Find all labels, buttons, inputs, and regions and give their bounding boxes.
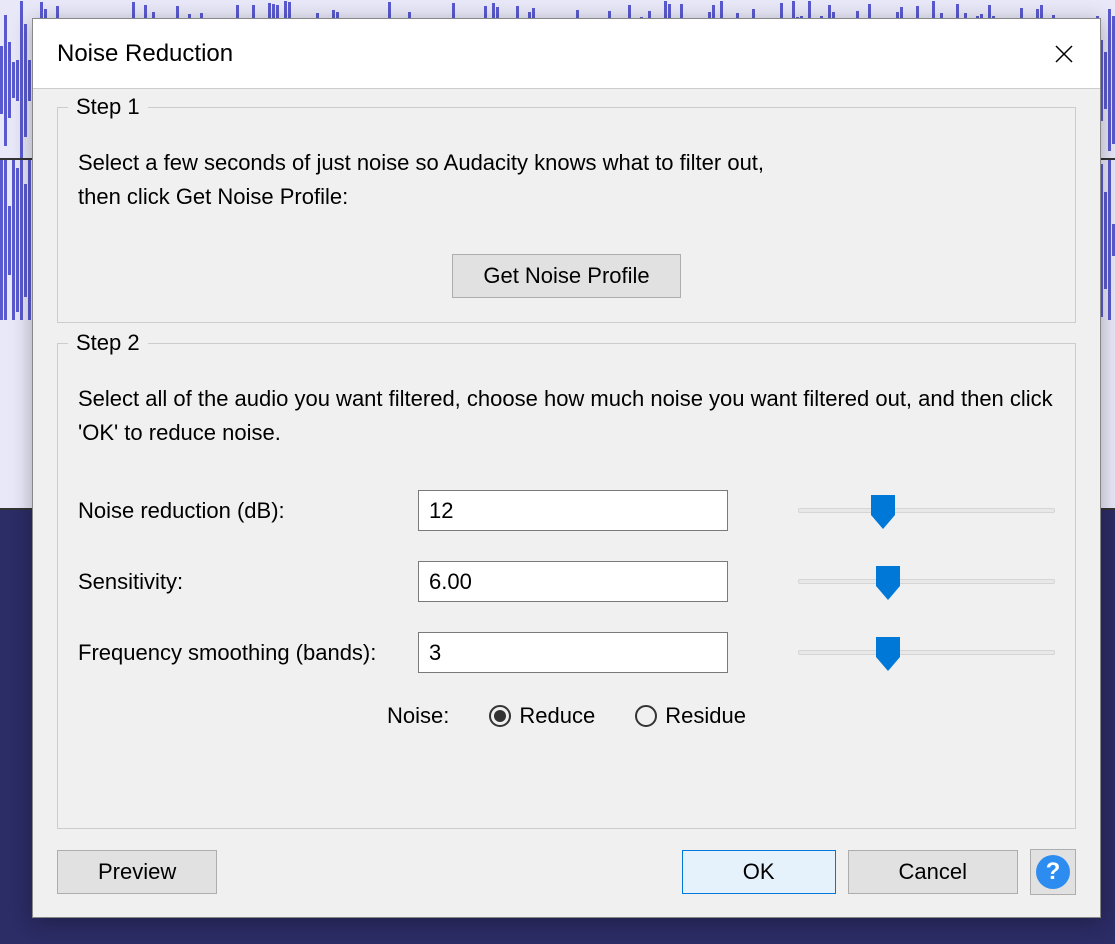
freq-smoothing-label: Frequency smoothing (bands): — [78, 640, 418, 666]
freq-smoothing-slider[interactable] — [798, 633, 1055, 673]
sensitivity-input[interactable] — [418, 561, 728, 602]
noise-reduction-input[interactable] — [418, 490, 728, 531]
freq-smoothing-row: Frequency smoothing (bands): — [78, 632, 1055, 673]
step2-group: Step 2 Select all of the audio you want … — [57, 343, 1076, 829]
ok-button[interactable]: OK — [682, 850, 836, 894]
radio-residue[interactable]: Residue — [635, 703, 746, 729]
titlebar: Noise Reduction — [33, 19, 1100, 89]
step1-legend: Step 1 — [68, 94, 148, 120]
noise-radio-heading: Noise: — [387, 703, 449, 729]
freq-smoothing-input[interactable] — [418, 632, 728, 673]
radio-reduce-dot-icon — [489, 705, 511, 727]
cancel-button[interactable]: Cancel — [848, 850, 1018, 894]
step1-instruction: Select a few seconds of just noise so Au… — [78, 146, 1055, 214]
noise-reduction-dialog: Noise Reduction Step 1 Select a few seco… — [32, 18, 1101, 918]
radio-reduce[interactable]: Reduce — [489, 703, 595, 729]
help-icon: ? — [1036, 855, 1070, 889]
preview-button[interactable]: Preview — [57, 850, 217, 894]
radio-reduce-label: Reduce — [519, 703, 595, 729]
close-icon[interactable] — [1052, 42, 1076, 66]
sensitivity-slider[interactable] — [798, 562, 1055, 602]
get-noise-profile-button[interactable]: Get Noise Profile — [452, 254, 680, 298]
noise-mode-radio-group: Noise: Reduce Residue — [78, 703, 1055, 729]
step2-instruction: Select all of the audio you want filtere… — [78, 382, 1055, 450]
sensitivity-row: Sensitivity: — [78, 561, 1055, 602]
noise-reduction-row: Noise reduction (dB): — [78, 490, 1055, 531]
dialog-button-row: Preview OK Cancel ? — [33, 849, 1100, 917]
radio-residue-label: Residue — [665, 703, 746, 729]
step1-group: Step 1 Select a few seconds of just nois… — [57, 107, 1076, 323]
dialog-title: Noise Reduction — [57, 40, 233, 68]
sensitivity-label: Sensitivity: — [78, 569, 418, 595]
noise-reduction-label: Noise reduction (dB): — [78, 498, 418, 524]
radio-residue-dot-icon — [635, 705, 657, 727]
help-button[interactable]: ? — [1030, 849, 1076, 895]
noise-reduction-slider[interactable] — [798, 491, 1055, 531]
step2-legend: Step 2 — [68, 330, 148, 356]
